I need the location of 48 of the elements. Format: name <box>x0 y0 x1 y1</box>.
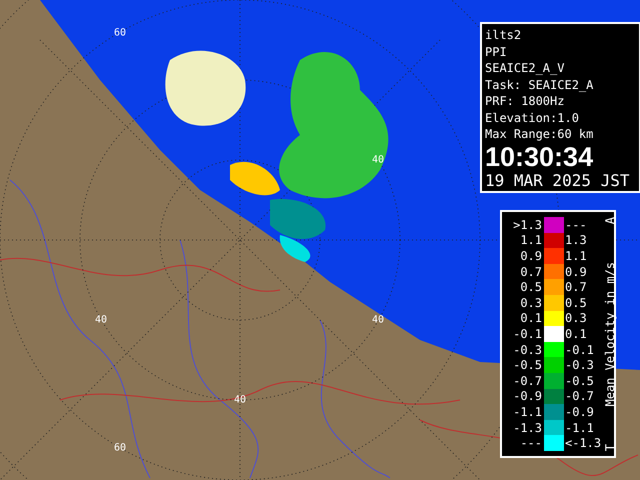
legend-value: 0.5 <box>519 280 542 294</box>
legend-value: 0.5 <box>565 296 588 310</box>
range-label: 40 <box>94 314 108 326</box>
info-text: Max Range:60 km <box>485 126 594 142</box>
legend-value: 0.7 <box>565 280 588 294</box>
date-text: 19 MAR 2025 JST <box>485 170 630 190</box>
legend-value: 0.3 <box>519 296 542 310</box>
legend-value: 0.9 <box>519 248 542 263</box>
legend-value: -1.3 <box>512 420 542 435</box>
legend-value: >1.3 <box>512 218 542 232</box>
legend-value: 1.3 <box>565 233 588 248</box>
legend-value: -0.9 <box>565 404 595 419</box>
range-label: 40 <box>372 314 384 326</box>
info-text: PRF: 1800Hz <box>485 93 566 110</box>
legend-value: -0.9 <box>512 389 542 404</box>
legend-value: 0.9 <box>565 264 588 279</box>
legend-value: --- <box>565 218 588 232</box>
legend-title: Mean Velocity in m/s <box>603 262 617 406</box>
legend-value: -0.5 <box>512 358 542 372</box>
legend-value: 0.1 <box>565 326 588 341</box>
info-text: PPI <box>485 44 508 60</box>
legend-value: 1.1 <box>519 233 542 248</box>
legend-value: 0.1 <box>519 311 542 326</box>
legend-value: --- <box>519 436 542 450</box>
legend-value: -0.3 <box>565 358 595 372</box>
range-label: 40 <box>372 154 384 166</box>
legend-value: 0.7 <box>519 264 542 279</box>
legend-value: -0.5 <box>565 374 595 388</box>
info-text: ilts2 <box>485 27 522 44</box>
legend-value: -1.1 <box>565 420 595 435</box>
legend-value: 1.1 <box>565 248 588 263</box>
legend-value: -0.7 <box>512 374 542 388</box>
info-text: SEAICE2_A_V <box>485 60 566 76</box>
legend-value: -0.1 <box>565 342 595 357</box>
legend-mark: A <box>603 217 617 224</box>
legend-value: 0.3 <box>565 311 588 326</box>
legend-value: <-1.3 <box>565 436 601 450</box>
legend-mark: T <box>603 444 617 451</box>
legend-value: -1.1 <box>512 404 542 419</box>
legend-value: -0.7 <box>565 389 595 404</box>
range-label: 60 <box>114 28 126 39</box>
info-text: Task: SEAICE2_A <box>485 76 594 93</box>
info-text: Elevation:1.0 <box>485 110 580 126</box>
legend-value: -0.3 <box>512 342 542 357</box>
legend-value: -0.1 <box>512 326 542 341</box>
range-label: 60 <box>114 442 126 454</box>
range-label: 40 <box>234 394 246 406</box>
time-text: 10:30:34 <box>485 142 594 170</box>
